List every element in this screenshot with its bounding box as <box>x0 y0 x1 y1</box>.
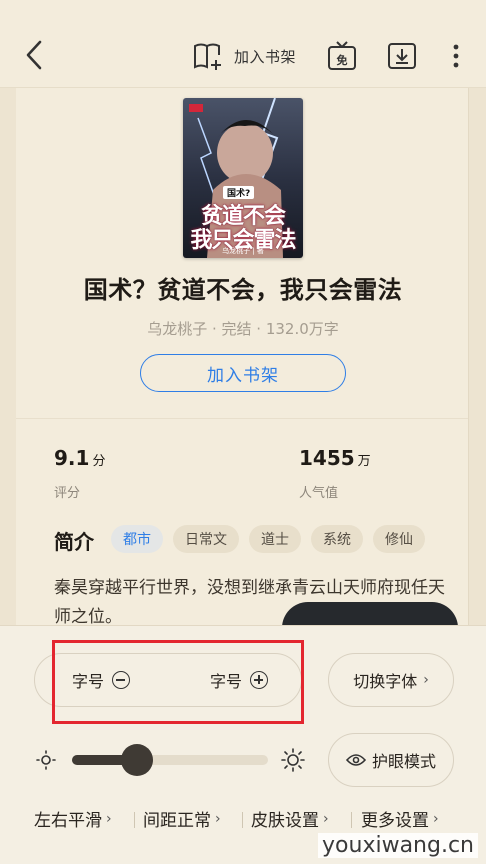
top-bar: 加入书架 免 <box>0 0 486 88</box>
page-turn-mode-label: 左右平滑 <box>34 811 102 831</box>
chevron-right-icon: › <box>215 810 221 827</box>
add-to-shelf-top-label: 加入书架 <box>234 47 297 66</box>
plus-icon <box>250 671 269 689</box>
brightness-slider-thumb[interactable] <box>120 744 153 776</box>
rating-unit: 分 <box>92 454 106 469</box>
free-tv-icon[interactable]: 免 <box>327 41 357 71</box>
book-cover[interactable]: 国术? 贫道不会 我只会雷法 乌龙桃子 | 著 <box>183 98 303 258</box>
tag-city[interactable]: 都市 <box>111 525 163 553</box>
tag-system[interactable]: 系统 <box>311 525 363 553</box>
spacing-button[interactable]: 间距正常 › <box>143 806 221 832</box>
panel-bottom-row: 左右平滑 › 间距正常 › 皮肤设置 › 更多设置 › <box>0 806 486 834</box>
right-margin <box>468 88 486 628</box>
popularity-value: 1455 万 <box>299 446 371 470</box>
switch-font-label: 切换字体 <box>353 672 418 691</box>
font-size-decrease-label: 字号 <box>72 672 105 691</box>
chevron-right-icon: › <box>323 810 329 827</box>
tag-taoist[interactable]: 道士 <box>249 525 301 553</box>
add-to-shelf-button[interactable]: 加入书架 <box>140 354 346 392</box>
spacing-label: 间距正常 <box>143 811 211 831</box>
tag-daily[interactable]: 日常文 <box>173 525 239 553</box>
right-margin-line <box>468 88 469 628</box>
watermark: youxiwang.cn <box>318 833 478 858</box>
font-size-increase-label: 字号 <box>210 672 243 691</box>
chevron-right-icon: › <box>423 672 429 688</box>
brightness-high-icon <box>281 748 305 772</box>
separator <box>134 812 135 828</box>
intro-heading: 简介 <box>54 530 94 554</box>
more-settings-label: 更多设置 <box>361 811 429 831</box>
skin-settings-button[interactable]: 皮肤设置 › <box>251 806 329 832</box>
left-margin <box>0 88 16 628</box>
eye-care-mode-button[interactable]: 护眼模式 <box>328 733 454 787</box>
brightness-low-icon <box>36 750 56 770</box>
chevron-right-icon: › <box>106 810 112 827</box>
page-turn-mode-button[interactable]: 左右平滑 › <box>34 806 112 832</box>
book-meta: 乌龙桃子 · 完结 · 132.0万字 <box>147 320 339 338</box>
section-divider <box>16 418 468 419</box>
tag-cultivation[interactable]: 修仙 <box>373 525 425 553</box>
download-icon[interactable] <box>387 41 417 71</box>
book-title: 国术？贫道不会，我只会雷法 <box>83 276 403 304</box>
chevron-right-icon: › <box>433 810 439 827</box>
font-size-decrease-button[interactable]: 字号 <box>72 668 131 692</box>
back-icon[interactable] <box>20 38 48 72</box>
skin-settings-label: 皮肤设置 <box>251 811 319 831</box>
svg-text:免: 免 <box>337 53 348 67</box>
rating-label: 评分 <box>54 486 81 501</box>
cover-author: 乌龙桃子 | 著 <box>222 247 264 255</box>
separator <box>351 812 352 828</box>
separator <box>242 812 243 828</box>
eye-care-mode-label: 护眼模式 <box>371 752 436 771</box>
rating-value: 9.1 分 <box>54 446 106 470</box>
font-size-increase-button[interactable]: 字号 <box>210 668 269 692</box>
more-options-icon[interactable] <box>447 42 465 70</box>
switch-font-button[interactable]: 切换字体 › <box>328 653 454 707</box>
popularity-unit: 万 <box>357 454 371 469</box>
add-to-shelf-top-button[interactable]: 加入书架 <box>192 40 296 72</box>
minus-icon <box>112 671 131 689</box>
eye-icon <box>345 754 366 766</box>
more-settings-button[interactable]: 更多设置 › <box>361 806 439 832</box>
book-add-icon <box>194 43 221 70</box>
popularity-label: 人气值 <box>299 486 339 501</box>
